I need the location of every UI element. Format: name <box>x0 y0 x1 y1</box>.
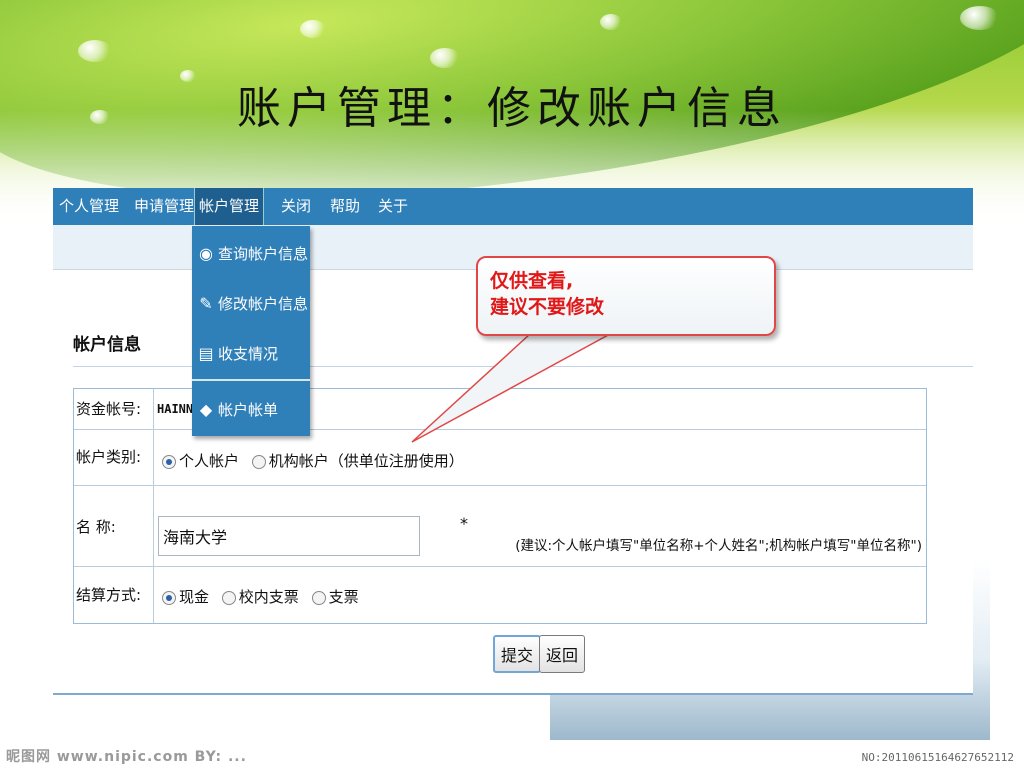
menubar: 个人管理 申请管理 帐户管理 关闭 帮助 关于 <box>53 188 973 225</box>
account-type-label: 帐户类别: <box>74 430 154 485</box>
watermark-left: 昵图网 www.nipic.com BY: ... <box>6 749 247 765</box>
settlement-options: 现金 校内支票 支票 <box>154 567 926 623</box>
radio-cash[interactable] <box>162 590 176 605</box>
radio-personal-account-label: 个人帐户 <box>179 452 240 470</box>
dropdown-item-statement[interactable]: ◆ 帐户帐单 <box>192 390 310 430</box>
radio-institution-account-label: 机构帐户（供单位注册使用） <box>268 452 464 470</box>
radio-campus-check-label: 校内支票 <box>238 588 299 606</box>
book-icon: ▤ <box>198 344 214 363</box>
menu-item-application[interactable]: 申请管理 <box>130 188 198 225</box>
submit-button[interactable]: 提交 <box>493 635 542 673</box>
account-no-label: 资金帐号: <box>74 389 154 429</box>
pencil-icon: ✎ <box>199 294 213 313</box>
dropdown-separator <box>192 379 310 381</box>
radio-check[interactable] <box>311 590 326 605</box>
slide-title: 账户管理：修改账户信息 <box>237 83 787 134</box>
dropdown-item-modify[interactable]: ✎ 修改帐户信息 <box>192 284 310 324</box>
account-dropdown-menu: ◉ 查询帐户信息 ✎ 修改帐户信息 ▤ 收支情况 ◆ 帐户帐单 <box>192 226 310 436</box>
required-mark: * <box>460 514 468 533</box>
name-input[interactable] <box>158 516 420 556</box>
back-button[interactable]: 返回 <box>539 635 586 673</box>
water-drop <box>960 6 1000 30</box>
dropdown-item-query-label: 查询帐户信息 <box>218 245 309 263</box>
diamond-icon: ◆ <box>199 400 213 419</box>
watermark-right: NO:20110615164627652112 <box>861 751 1014 764</box>
dropdown-item-income-label: 收支情况 <box>218 345 279 363</box>
name-hint: (建议:个人帐户填写"单位名称+个人姓名";机构帐户填写"单位名称") <box>515 538 922 554</box>
dropdown-item-statement-label: 帐户帐单 <box>218 401 279 419</box>
water-drop <box>600 14 622 30</box>
radio-campus-check[interactable] <box>221 590 236 605</box>
callout-note: 仅供查看, 建议不要修改 <box>476 256 776 336</box>
menu-item-personal[interactable]: 个人管理 <box>55 188 123 225</box>
form-row-account-type: 帐户类别: 个人帐户 机构帐户（供单位注册使用） <box>74 430 926 486</box>
name-cell: * (建议:个人帐户填写"单位名称+个人姓名";机构帐户填写"单位名称") <box>154 486 926 566</box>
dropdown-item-modify-label: 修改帐户信息 <box>218 295 309 313</box>
settlement-label: 结算方式: <box>74 567 154 623</box>
radio-check-label: 支票 <box>328 588 359 606</box>
binoculars-icon: ◉ <box>199 244 213 263</box>
name-label: 名 称: <box>74 486 154 566</box>
dropdown-item-income[interactable]: ▤ 收支情况 <box>192 334 310 374</box>
form-row-name: 名 称: * (建议:个人帐户填写"单位名称+个人姓名";机构帐户填写"单位名称… <box>74 486 926 567</box>
dropdown-item-query[interactable]: ◉ 查询帐户信息 <box>192 234 310 274</box>
menu-item-account[interactable]: 帐户管理 <box>194 188 264 225</box>
account-type-options: 个人帐户 机构帐户（供单位注册使用） <box>154 430 926 485</box>
radio-institution-account[interactable] <box>251 454 266 469</box>
water-drop <box>300 20 326 38</box>
water-drop <box>430 48 460 68</box>
callout-line-1: 仅供查看, <box>490 270 574 292</box>
menu-item-help[interactable]: 帮助 <box>326 188 364 225</box>
menu-item-about[interactable]: 关于 <box>374 188 412 225</box>
radio-cash-label: 现金 <box>179 588 210 606</box>
water-drop <box>78 40 112 62</box>
menu-item-close[interactable]: 关闭 <box>277 188 315 225</box>
section-title: 帐户信息 <box>73 335 141 355</box>
radio-personal-account[interactable] <box>162 454 176 469</box>
form-row-settlement: 结算方式: 现金 校内支票 支票 <box>74 567 926 623</box>
callout-line-2: 建议不要修改 <box>490 296 605 318</box>
